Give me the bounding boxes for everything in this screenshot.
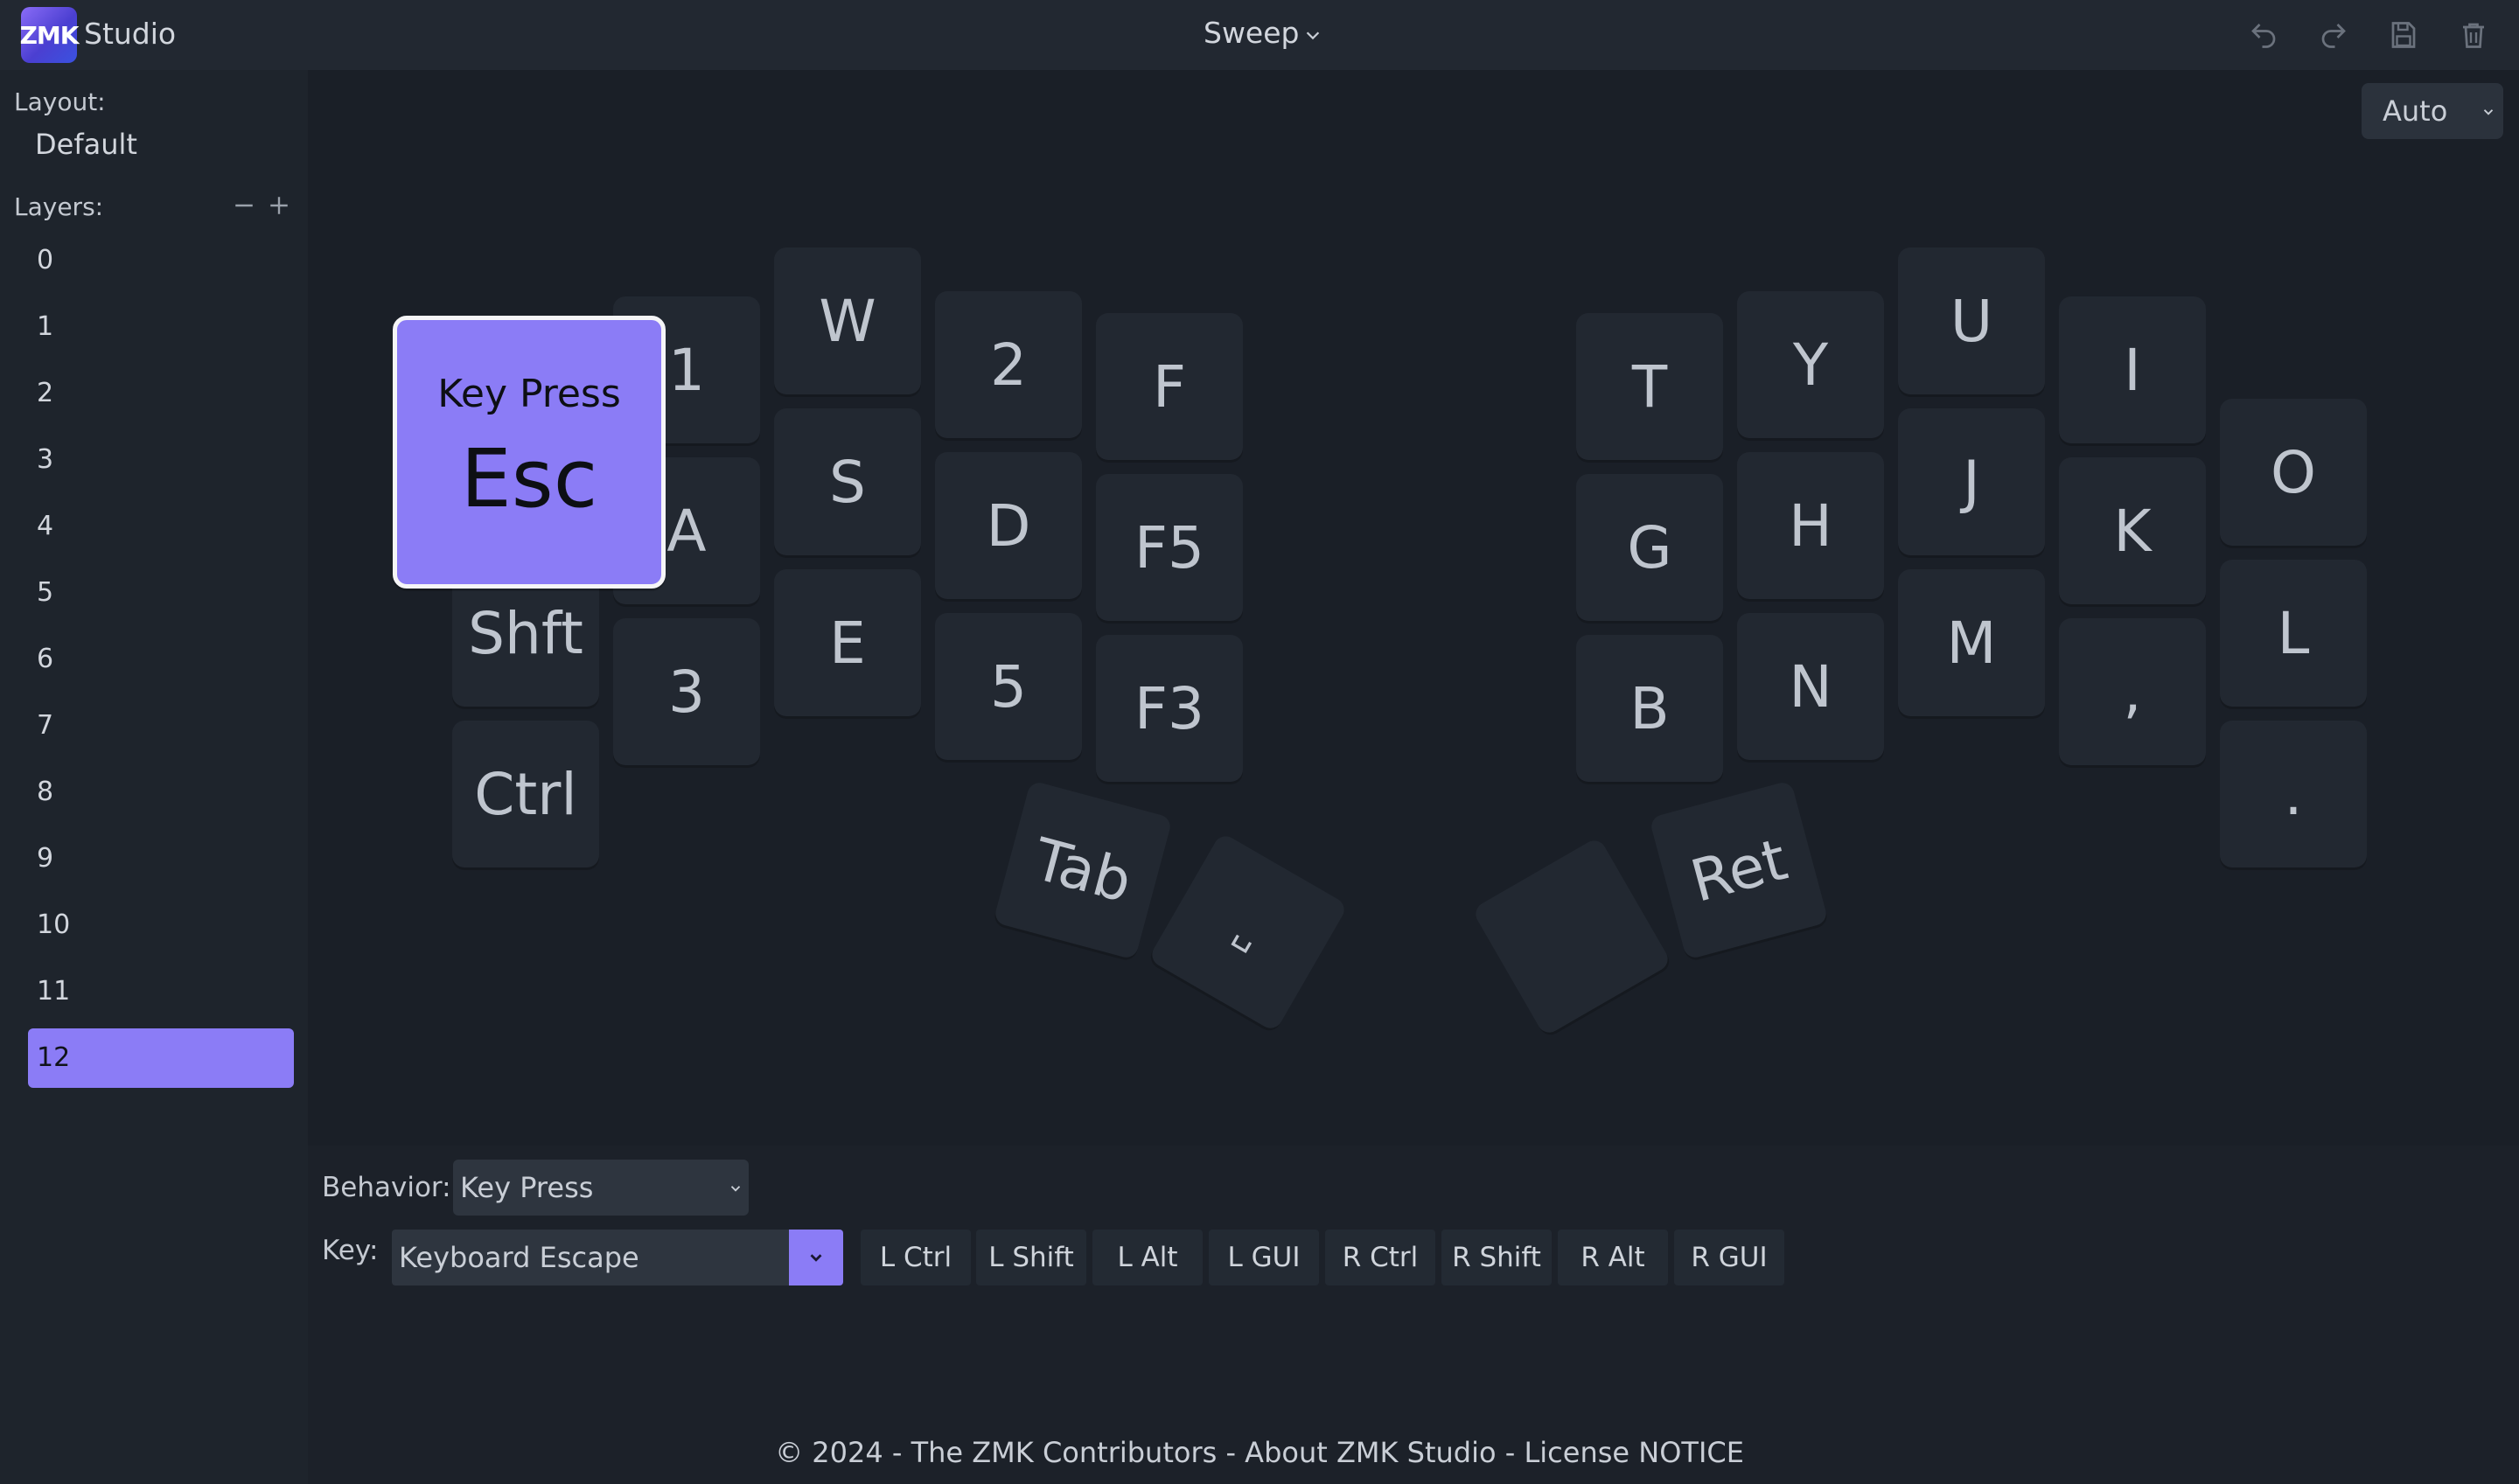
key-t[interactable]: T — [1576, 313, 1723, 460]
layer-item-0[interactable]: 0 — [28, 231, 294, 290]
keymap-canvas — [308, 70, 2519, 1146]
key-f5[interactable]: F5 — [1096, 474, 1243, 621]
layer-item-3[interactable]: 3 — [28, 430, 294, 490]
modifier-l-ctrl[interactable]: L Ctrl — [861, 1230, 971, 1285]
key-o[interactable]: O — [2220, 399, 2367, 546]
key-label: Key: — [322, 1235, 379, 1266]
app-header: ZMK Studio Sweep — [0, 0, 2519, 70]
key-ctrl[interactable]: Ctrl — [452, 721, 599, 867]
layers-label: Layers: — [14, 192, 104, 221]
key-dot[interactable]: . — [2220, 721, 2367, 867]
zoom-select[interactable]: Auto — [2362, 83, 2503, 139]
undo-icon[interactable] — [2248, 19, 2279, 51]
key-5[interactable]: 5 — [935, 613, 1082, 760]
modifier-l-alt[interactable]: L Alt — [1092, 1230, 1203, 1285]
key-dropdown-button[interactable] — [789, 1230, 843, 1285]
key-j[interactable]: J — [1898, 408, 2045, 555]
key-f3[interactable]: F3 — [1096, 635, 1243, 782]
modifier-l-gui[interactable]: L GUI — [1209, 1230, 1319, 1285]
remove-layer-icon[interactable] — [233, 194, 255, 217]
modifier-l-shift[interactable]: L Shift — [976, 1230, 1086, 1285]
add-layer-icon[interactable] — [268, 194, 290, 217]
layer-item-4[interactable]: 4 — [28, 497, 294, 556]
layer-item-5[interactable]: 5 — [28, 563, 294, 623]
layer-item-11[interactable]: 11 — [28, 962, 294, 1021]
behavior-select-value: Key Press — [460, 1171, 594, 1204]
key-l[interactable]: L — [2220, 560, 2367, 707]
chevron-down-icon — [1306, 31, 1319, 39]
layer-item-9[interactable]: 9 — [28, 829, 294, 888]
layer-item-2[interactable]: 2 — [28, 364, 294, 423]
zoom-select-value: Auto — [2383, 94, 2448, 128]
layer-item-1[interactable]: 1 — [28, 297, 294, 357]
layer-item-7[interactable]: 7 — [28, 696, 294, 756]
layer-item-6[interactable]: 6 — [28, 630, 294, 689]
modifier-r-ctrl[interactable]: R Ctrl — [1325, 1230, 1435, 1285]
selected-key-behavior: Key Press — [437, 372, 621, 416]
key-u[interactable]: U — [1898, 247, 2045, 394]
key-s[interactable]: S — [774, 408, 921, 555]
chevron-down-icon — [730, 1186, 741, 1192]
layout-option-default[interactable]: Default — [35, 128, 137, 161]
key-m[interactable]: M — [1898, 569, 2045, 716]
app-name: Studio — [84, 17, 177, 51]
key-y[interactable]: Y — [1737, 291, 1884, 438]
modifier-r-gui[interactable]: R GUI — [1674, 1230, 1784, 1285]
behavior-select[interactable]: Key Press — [453, 1160, 749, 1216]
chevron-down-icon — [2483, 109, 2494, 115]
key-h[interactable]: H — [1737, 452, 1884, 599]
key-b[interactable]: B — [1576, 635, 1723, 782]
key-k[interactable]: K — [2059, 457, 2206, 604]
key-3[interactable]: 3 — [613, 618, 760, 765]
trash-icon[interactable] — [2458, 19, 2489, 51]
key-g[interactable]: G — [1576, 474, 1723, 621]
footer: © 2024 - The ZMK Contributors - About ZM… — [775, 1436, 1744, 1469]
behavior-label: Behavior: — [322, 1172, 451, 1203]
key-e[interactable]: E — [774, 569, 921, 716]
keyboard-selector[interactable]: Sweep — [1204, 16, 1322, 50]
keyboard-name-label: Sweep — [1204, 16, 1300, 50]
key-f[interactable]: F — [1096, 313, 1243, 460]
key-i[interactable]: I — [2059, 296, 2206, 443]
key-w[interactable]: W — [774, 247, 921, 394]
layer-item-8[interactable]: 8 — [28, 763, 294, 822]
key-esc-selected[interactable]: Key Press Esc — [393, 316, 666, 589]
redo-icon[interactable] — [2318, 19, 2349, 51]
save-icon[interactable] — [2388, 19, 2419, 51]
layout-label: Layout: — [14, 87, 106, 116]
modifier-r-shift[interactable]: R Shift — [1441, 1230, 1552, 1285]
key-comma[interactable]: , — [2059, 618, 2206, 765]
layer-item-10[interactable]: 10 — [28, 895, 294, 955]
modifier-r-alt[interactable]: R Alt — [1558, 1230, 1668, 1285]
key-n[interactable]: N — [1737, 613, 1884, 760]
zmk-logo: ZMK — [20, 7, 79, 63]
layer-item-12[interactable]: 12 — [28, 1028, 294, 1088]
selected-key-label: Esc — [460, 432, 598, 526]
chevron-down-icon — [810, 1254, 822, 1262]
key-2[interactable]: 2 — [935, 291, 1082, 438]
key-d[interactable]: D — [935, 452, 1082, 599]
key-combobox-input[interactable]: Keyboard Escape — [392, 1230, 789, 1285]
